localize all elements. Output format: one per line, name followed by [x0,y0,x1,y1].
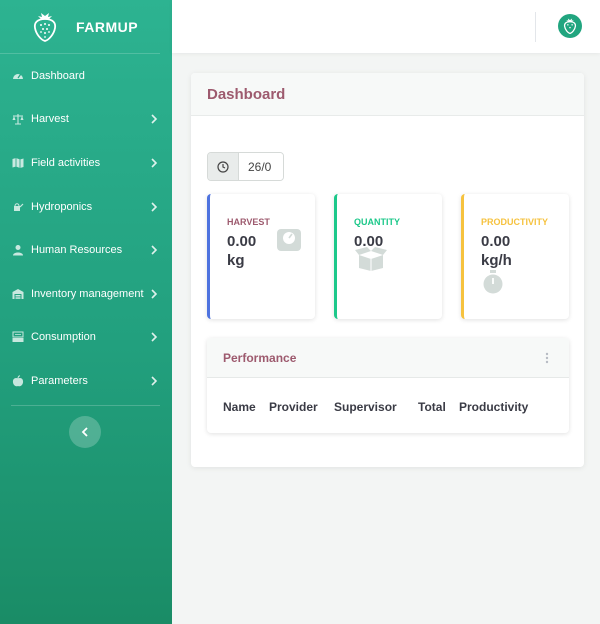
quantity-label: QUANTITY [354,217,400,227]
apple-icon [11,375,24,387]
performance-card: Performance Name Provider Supervisor Tot… [207,338,569,433]
map-icon [11,157,24,169]
chevron-right-icon [151,114,158,124]
chevron-right-icon [151,332,158,342]
chevron-right-icon [151,289,158,299]
productivity-unit: kg/h [481,252,512,269]
performance-table-header: Name Provider Supervisor Total Productiv… [223,400,528,414]
sidebar-item-label: Field activities [31,156,101,169]
sidebar-item-label: Consumption [31,331,96,344]
chevron-right-icon [151,158,158,168]
date-picker[interactable] [207,152,284,181]
performance-title: Performance [223,350,297,365]
column-header-supervisor: Supervisor [334,400,397,414]
productivity-label: PRODUCTIVITY [481,217,549,227]
clock-icon[interactable] [208,153,239,180]
column-header-total: Total [418,400,446,414]
gauge-icon [11,70,24,82]
harvest-unit: kg [227,252,245,269]
brand[interactable]: FARMUP [0,0,160,54]
dashboard-card-header: Dashboard [191,73,584,116]
column-header-provider: Provider [269,400,318,414]
page-title: Dashboard [207,85,286,103]
sidebar-divider [11,404,160,406]
productivity-value: 0.00 kg/h [481,232,541,270]
more-vertical-icon[interactable] [545,352,549,364]
harvest-label: HARVEST [227,217,270,227]
user-avatar[interactable] [558,14,582,38]
sidebar-item-consumption[interactable]: Consumption [0,316,172,360]
topbar-divider [535,12,536,42]
sidebar-item-parameters[interactable]: Parameters [0,359,172,403]
sidebar-item-human-resources[interactable]: Human Resources [0,228,172,272]
sidebar-item-hydroponics[interactable]: Hydroponics [0,185,172,229]
sidebar-item-label: Dashboard [31,69,85,82]
user-icon [11,244,24,256]
sidebar-item-label: Hydroponics [31,200,93,213]
sidebar-item-field-activities[interactable]: Field activities [0,141,172,185]
sidebar-nav: Dashboard Harvest Field activities Hydro… [0,54,172,403]
productivity-stat-card: PRODUCTIVITY 0.00 kg/h [461,194,569,319]
chevron-right-icon [151,245,158,255]
strawberry-logo-icon [33,12,57,42]
brand-name: FARMUP [76,18,139,35]
sidebar: FARMUP Dashboard Harvest Field activitie… [0,0,172,624]
column-header-name: Name [223,400,256,414]
topbar [172,0,600,53]
watering-can-icon [11,201,24,213]
chevron-left-icon [81,427,88,437]
chevron-right-icon [151,202,158,212]
weight-scale-icon [277,229,301,251]
strawberry-avatar-icon [563,18,577,34]
column-header-productivity: Productivity [459,400,529,414]
balance-scale-icon [11,113,24,125]
chevron-right-icon [151,376,158,386]
cash-register-icon [11,331,24,343]
sidebar-item-label: Human Resources [31,244,123,257]
performance-header: Performance [207,338,569,378]
date-input[interactable] [239,153,283,180]
sidebar-item-label: Parameters [31,374,88,387]
quantity-stat-card: QUANTITY 0.00 [334,194,442,319]
sidebar-item-label: Harvest [31,113,69,126]
open-box-icon [355,247,387,271]
sidebar-item-harvest[interactable]: Harvest [0,98,172,142]
sidebar-toggle-button[interactable] [69,416,101,448]
stopwatch-icon [483,270,503,294]
dashboard-card: Dashboard HARVEST 0.00 kg QUANTITY 0.00 [191,73,584,467]
sidebar-item-inventory-management[interactable]: Inventory management [0,272,172,316]
harvest-stat-card: HARVEST 0.00 kg [207,194,315,319]
warehouse-icon [11,288,24,300]
productivity-amount: 0.00 [481,233,511,250]
sidebar-item-dashboard[interactable]: Dashboard [0,54,172,98]
sidebar-item-label: Inventory management [31,287,144,300]
